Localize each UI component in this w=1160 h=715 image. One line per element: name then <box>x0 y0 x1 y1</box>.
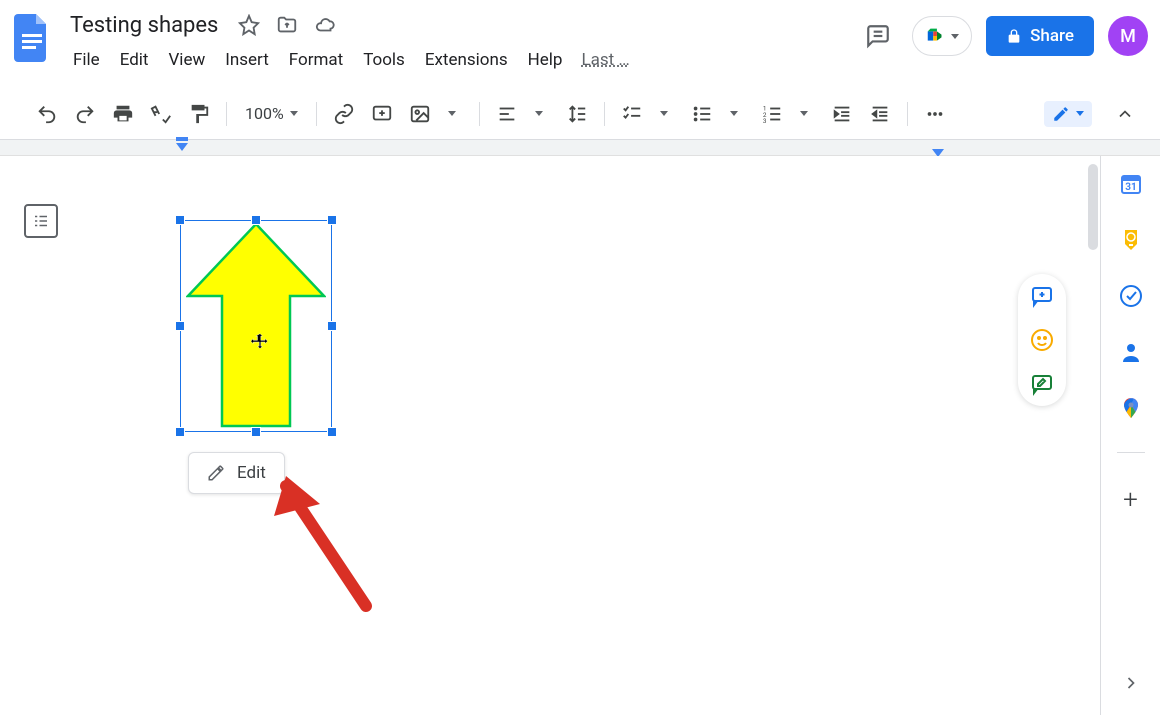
floating-tools <box>1018 274 1066 406</box>
insert-link-button[interactable] <box>327 97 361 131</box>
resize-handle-r[interactable] <box>327 321 337 331</box>
share-label: Share <box>1030 26 1074 46</box>
emoji-react-button[interactable] <box>1030 328 1054 352</box>
add-comment-button[interactable] <box>365 97 399 131</box>
menu-file[interactable]: File <box>64 46 109 74</box>
increase-indent-button[interactable] <box>863 97 897 131</box>
cloud-status-icon[interactable] <box>312 12 338 38</box>
keep-app-icon[interactable] <box>1119 228 1143 252</box>
title-area: Testing shapes File Edit View Insert For… <box>64 8 858 76</box>
move-cursor-icon <box>250 332 270 352</box>
toolbar: 100% 123 <box>0 88 1160 140</box>
menu-extensions[interactable]: Extensions <box>416 46 517 74</box>
paint-format-button[interactable] <box>182 97 216 131</box>
ruler[interactable] <box>0 140 1160 156</box>
resize-handle-b[interactable] <box>251 427 261 437</box>
decrease-indent-button[interactable] <box>825 97 859 131</box>
line-spacing-button[interactable] <box>560 97 594 131</box>
suggest-edits-button[interactable] <box>1030 372 1054 396</box>
checklist-button[interactable] <box>615 97 649 131</box>
zoom-select[interactable]: 100% <box>237 104 306 123</box>
selected-shape[interactable] <box>180 220 332 432</box>
tasks-app-icon[interactable] <box>1119 284 1143 308</box>
side-panel: 31 + <box>1100 156 1160 715</box>
resize-handle-br[interactable] <box>327 427 337 437</box>
menu-edit[interactable]: Edit <box>111 46 158 74</box>
hide-side-panel-button[interactable] <box>1119 671 1143 695</box>
pencil-icon <box>1052 105 1070 123</box>
avatar[interactable]: M <box>1108 16 1148 56</box>
meet-caret-icon <box>951 34 959 39</box>
header-right: Share M <box>858 8 1148 56</box>
header-bar: Testing shapes File Edit View Insert For… <box>0 0 1160 88</box>
checklist-caret[interactable] <box>647 97 681 131</box>
svg-text:31: 31 <box>1125 182 1136 193</box>
get-addons-button[interactable]: + <box>1123 485 1138 515</box>
calendar-app-icon[interactable]: 31 <box>1119 172 1143 196</box>
contacts-app-icon[interactable] <box>1119 340 1143 364</box>
share-button[interactable]: Share <box>986 16 1094 56</box>
ruler-indent-left-icon[interactable] <box>176 137 190 157</box>
spellcheck-button[interactable] <box>144 97 178 131</box>
star-icon[interactable] <box>236 12 262 38</box>
resize-handle-l[interactable] <box>175 321 185 331</box>
side-panel-divider <box>1117 452 1145 453</box>
print-button[interactable] <box>106 97 140 131</box>
meet-button[interactable] <box>912 16 972 56</box>
numbered-list-button[interactable]: 123 <box>755 97 789 131</box>
insert-image-caret[interactable] <box>435 97 469 131</box>
resize-handle-t[interactable] <box>251 215 261 225</box>
menu-insert[interactable]: Insert <box>216 46 278 74</box>
resize-handle-bl[interactable] <box>175 427 185 437</box>
document-outline-button[interactable] <box>24 204 58 238</box>
more-tools-button[interactable] <box>918 97 952 131</box>
edit-chip-label: Edit <box>237 463 266 483</box>
align-caret[interactable] <box>522 97 556 131</box>
menu-bar: File Edit View Insert Format Tools Exten… <box>64 44 858 76</box>
annotation-arrow-icon <box>266 476 386 616</box>
docs-logo-icon[interactable] <box>12 12 52 64</box>
scrollbar-thumb[interactable] <box>1088 164 1098 250</box>
bulleted-list-caret[interactable] <box>717 97 751 131</box>
menu-tools[interactable]: Tools <box>354 46 414 74</box>
editing-mode-button[interactable] <box>1044 101 1092 127</box>
selection-box <box>180 220 332 432</box>
canvas-wrap: Edit 31 + <box>0 156 1160 715</box>
menu-help[interactable]: Help <box>519 46 572 74</box>
bulleted-list-button[interactable] <box>685 97 719 131</box>
resize-handle-tl[interactable] <box>175 215 185 225</box>
collapse-toolbar-button[interactable] <box>1108 97 1142 131</box>
lock-icon <box>1006 28 1022 44</box>
document-area[interactable]: Edit <box>0 156 1100 715</box>
add-comment-float-button[interactable] <box>1030 284 1054 308</box>
svg-text:3: 3 <box>763 117 767 125</box>
menu-view[interactable]: View <box>159 46 214 74</box>
align-button[interactable] <box>490 97 524 131</box>
document-title[interactable]: Testing shapes <box>64 11 224 40</box>
last-edit-link[interactable]: Last … <box>581 50 629 70</box>
move-folder-icon[interactable] <box>274 12 300 38</box>
redo-button[interactable] <box>68 97 102 131</box>
pencil-icon <box>207 464 225 482</box>
resize-handle-tr[interactable] <box>327 215 337 225</box>
edit-drawing-button[interactable]: Edit <box>188 452 285 494</box>
maps-app-icon[interactable] <box>1119 396 1143 420</box>
comment-history-icon[interactable] <box>858 16 898 56</box>
undo-button[interactable] <box>30 97 64 131</box>
vertical-scrollbar[interactable] <box>1086 156 1100 715</box>
menu-format[interactable]: Format <box>280 46 352 74</box>
numbered-list-caret[interactable] <box>787 97 821 131</box>
insert-image-button[interactable] <box>403 97 437 131</box>
